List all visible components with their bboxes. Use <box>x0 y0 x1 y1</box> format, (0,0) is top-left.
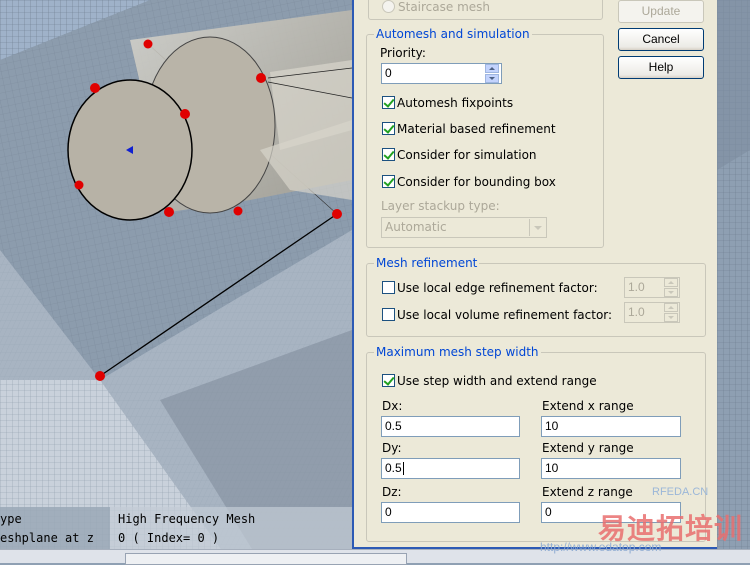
priority-spinner[interactable] <box>485 64 499 83</box>
fixpoint <box>143 39 153 49</box>
bottom-strip <box>0 549 750 565</box>
dx-label: Dx: <box>382 399 403 413</box>
automesh-fixpoints-label: Automesh fixpoints <box>397 96 514 110</box>
cancel-button[interactable]: Cancel <box>618 28 704 51</box>
layer-stackup-select[interactable]: Automatic <box>381 217 547 238</box>
fixpoint <box>256 73 266 83</box>
viewport-right-strip <box>717 0 750 549</box>
text-caret <box>402 462 404 476</box>
edge-refinement-checkbox[interactable] <box>382 281 395 294</box>
volume-refinement-label: Use local volume refinement factor: <box>397 308 613 322</box>
material-refinement-label: Material based refinement <box>397 122 556 136</box>
info-meshplane-value: 0 ( Index= 0 ) <box>118 531 220 545</box>
info-type-value: High Frequency Mesh <box>118 512 256 526</box>
dy-label: Dy: <box>382 441 402 455</box>
fixpoint <box>332 209 342 219</box>
3d-viewport[interactable]: ype High Frequency Mesh eshplane at z 0 … <box>0 0 352 562</box>
dy-value: 0.5 <box>385 461 402 475</box>
priority-field[interactable]: 0 <box>381 63 502 84</box>
consider-simulation-checkbox[interactable] <box>382 148 395 161</box>
material-refinement-checkbox[interactable] <box>382 122 395 135</box>
mesh-scene[interactable] <box>0 0 352 562</box>
automesh-fixpoints-checkbox[interactable] <box>382 96 395 109</box>
fixpoint <box>233 206 243 216</box>
extend-x-field[interactable]: 10 <box>541 416 681 437</box>
fixpoint <box>74 180 84 190</box>
info-meshplane-label: eshplane at z <box>0 531 94 545</box>
extend-y-label: Extend y range <box>542 441 634 455</box>
use-step-width-label: Use step width and extend range <box>397 374 597 388</box>
mesh-refinement-group: Mesh refinement <box>366 256 706 337</box>
dy-field[interactable]: 0.5 <box>381 458 520 479</box>
automesh-group-title: Automesh and simulation <box>374 27 532 41</box>
solid-properties-dialog: Staircase mesh Update Cancel Help Autome… <box>352 0 717 549</box>
fixpoint <box>164 207 174 217</box>
staircase-label: Staircase mesh <box>398 0 491 14</box>
update-button[interactable]: Update <box>618 0 704 23</box>
priority-label: Priority: <box>380 46 426 60</box>
chevron-down-icon <box>529 219 545 236</box>
extend-y-field[interactable]: 10 <box>541 458 681 479</box>
edge-refinement-label: Use local edge refinement factor: <box>397 281 598 295</box>
extend-z-field[interactable]: 0 <box>541 502 681 523</box>
fixpoint <box>180 109 190 119</box>
dz-label: Dz: <box>382 485 402 499</box>
staircase-radio[interactable] <box>382 0 395 13</box>
consider-simulation-label: Consider for simulation <box>397 148 537 162</box>
layer-stackup-value: Automatic <box>385 220 447 234</box>
help-button[interactable]: Help <box>618 56 704 79</box>
layer-stackup-label: Layer stackup type: <box>381 199 500 213</box>
extend-x-label: Extend x range <box>542 399 634 413</box>
volume-refinement-spinner[interactable] <box>664 303 678 322</box>
consider-bounding-box-label: Consider for bounding box <box>397 175 556 189</box>
consider-bounding-box-checkbox[interactable] <box>382 175 395 188</box>
use-step-width-checkbox[interactable] <box>382 374 395 387</box>
extend-z-label: Extend z range <box>542 485 633 499</box>
info-type-label: ype <box>0 512 22 526</box>
mesh-refinement-group-title: Mesh refinement <box>374 256 480 270</box>
fixpoint <box>95 371 105 381</box>
volume-refinement-checkbox[interactable] <box>382 308 395 321</box>
status-bar-segment <box>125 553 407 565</box>
dz-field[interactable]: 0 <box>381 502 520 523</box>
dx-field[interactable]: 0.5 <box>381 416 520 437</box>
edge-refinement-spinner[interactable] <box>664 278 678 297</box>
step-width-group-title: Maximum mesh step width <box>374 345 541 359</box>
fixpoint <box>90 83 100 93</box>
